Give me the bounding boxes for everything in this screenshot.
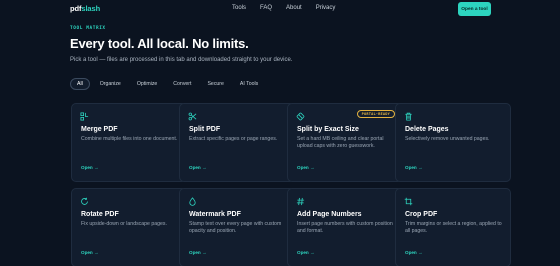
crop-icon (404, 197, 413, 206)
nav-link-tools[interactable]: Tools (232, 5, 246, 11)
tool-card-split-by-exact-size[interactable]: PORTAL-READY Split by Exact Size Set a h… (287, 103, 403, 182)
open-link[interactable]: Open → (189, 250, 207, 255)
card-description: Insert page numbers with custom position… (297, 221, 393, 234)
open-link[interactable]: Open → (81, 250, 99, 255)
nav-link-faq[interactable]: FAQ (260, 5, 272, 11)
hash-icon (296, 197, 305, 206)
logo-accent: slash (81, 4, 101, 13)
card-description: Fix upside-down or landscape pages. (81, 221, 167, 227)
card-description: Trim margins or select a region, applied… (405, 221, 502, 234)
open-link[interactable]: Open → (81, 165, 99, 170)
card-description: Stamp text over every page with custom o… (189, 221, 282, 234)
logo[interactable]: pdfslash (70, 4, 100, 13)
card-title: Add Page Numbers (297, 211, 362, 218)
nav-link-about[interactable]: About (286, 5, 302, 11)
card-description: Selectively remove unwanted pages. (405, 136, 490, 142)
top-nav: pdfslash Tools FAQ About Privacy Open a … (0, 0, 560, 19)
logo-main: pdf (70, 4, 82, 13)
card-title: Split by Exact Size (297, 126, 359, 133)
card-title: Crop PDF (405, 211, 438, 218)
tab-organize[interactable]: Organize (94, 78, 127, 90)
open-link[interactable]: Open → (405, 165, 423, 170)
tool-card-crop-pdf[interactable]: Crop PDF Trim margins or select a region… (395, 188, 511, 266)
eyebrow-label: TOOL MATRIX (70, 26, 106, 31)
tab-all[interactable]: All (70, 78, 90, 90)
card-title: Delete Pages (405, 126, 449, 133)
page-title: Every tool. All local. No limits. (70, 36, 249, 51)
card-title: Watermark PDF (189, 211, 241, 218)
nav-links: Tools FAQ About Privacy (232, 5, 335, 11)
page-subtitle: Pick a tool — files are processed in thi… (70, 57, 293, 63)
card-title: Merge PDF (81, 126, 118, 133)
open-link[interactable]: Open → (405, 250, 423, 255)
tool-card-rotate-pdf[interactable]: Rotate PDF Fix upside-down or landscape … (71, 188, 187, 266)
card-title: Split PDF (189, 126, 221, 133)
tool-card-add-page-numbers[interactable]: Add Page Numbers Insert page numbers wit… (287, 188, 403, 266)
scissors-icon (188, 112, 197, 121)
tool-card-delete-pages[interactable]: Delete Pages Selectively remove unwanted… (395, 103, 511, 182)
open-a-tool-button[interactable]: Open a tool (458, 2, 491, 16)
nav-link-privacy[interactable]: Privacy (316, 5, 336, 11)
trash-icon (405, 112, 412, 121)
tool-card-merge-pdf[interactable]: Merge PDF Combine multiple files into on… (71, 103, 187, 182)
tab-ai-tools[interactable]: AI Tools (234, 78, 264, 90)
watermark-icon (189, 197, 196, 206)
tab-convert[interactable]: Convert (167, 78, 197, 90)
category-tabs: All Organize Optimize Convert Secure AI … (70, 78, 264, 90)
tool-card-split-pdf[interactable]: Split PDF Extract specific pages or page… (179, 103, 295, 182)
card-description: Set a hard MB ceiling and clear portal u… (297, 136, 384, 149)
open-link[interactable]: Open → (297, 165, 315, 170)
open-link[interactable]: Open → (189, 165, 207, 170)
card-description: Extract specific pages or page ranges. (189, 136, 278, 142)
portal-ready-badge: PORTAL-READY (356, 110, 395, 118)
tab-optimize[interactable]: Optimize (131, 78, 163, 90)
open-link[interactable]: Open → (297, 250, 315, 255)
tab-secure[interactable]: Secure (201, 78, 229, 90)
split-size-icon (296, 112, 305, 121)
merge-icon (80, 112, 89, 121)
tool-card-watermark-pdf[interactable]: Watermark PDF Stamp text over every page… (179, 188, 295, 266)
card-title: Rotate PDF (81, 211, 119, 218)
rotate-icon (81, 197, 88, 205)
card-description: Combine multiple files into one document… (81, 136, 178, 142)
